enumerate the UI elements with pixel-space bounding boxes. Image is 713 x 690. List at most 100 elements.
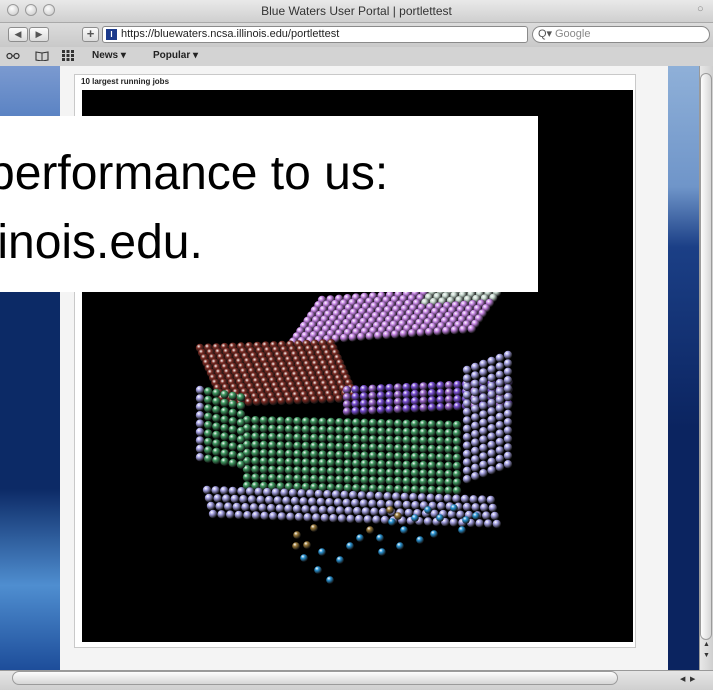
vertical-scroll-thumb[interactable] (700, 73, 712, 640)
node-sphere (213, 494, 222, 503)
node-sphere (228, 459, 237, 468)
node-sphere (394, 476, 403, 486)
node-sphere (343, 426, 352, 435)
node-sphere (340, 490, 349, 499)
search-field[interactable]: Q▾ Google (532, 26, 710, 43)
node-sphere (380, 515, 390, 525)
bookmarks-book-icon[interactable] (35, 50, 49, 61)
node-sphere (368, 406, 377, 415)
node-sphere (419, 452, 428, 462)
node-sphere (503, 426, 513, 435)
node-sphere (222, 494, 231, 503)
node-sphere (277, 396, 286, 406)
node-sphere (204, 395, 213, 405)
address-bar[interactable]: I https://bluewaters.ncsa.illinois.edu/p… (102, 26, 618, 43)
node-sphere (204, 387, 213, 396)
node-sphere (351, 392, 360, 401)
node-sphere (370, 507, 379, 516)
node-sphere (385, 484, 394, 494)
node-sphere (385, 427, 394, 436)
node-sphere (310, 458, 319, 467)
node-sphere (368, 443, 378, 452)
node-sphere (293, 433, 302, 442)
node-sphere (353, 506, 362, 516)
node-sphere (335, 467, 344, 476)
node-sphere (256, 495, 265, 504)
top-sites-grid-icon[interactable] (62, 50, 74, 61)
node-sphere (220, 407, 229, 416)
node-sphere (318, 425, 327, 435)
bookmark-popular[interactable]: Popular ▾ (153, 50, 198, 61)
node-sphere (427, 403, 437, 412)
node-sphere (212, 388, 221, 398)
node-sphere (329, 514, 338, 523)
node-sphere (471, 404, 480, 414)
forward-button[interactable]: ▶ (29, 27, 49, 42)
horizontal-scroll-thumb[interactable] (12, 671, 618, 685)
scroll-up-arrow-icon[interactable]: ▲ (703, 641, 710, 648)
node-sphere (239, 495, 248, 504)
node-sphere (245, 487, 255, 496)
node-sphere (252, 397, 262, 406)
node-sphere (479, 376, 488, 385)
node-sphere (377, 460, 386, 469)
node-sphere (308, 497, 317, 506)
node-sphere (487, 407, 496, 416)
node-sphere (224, 502, 233, 511)
node-sphere (310, 442, 319, 451)
node-sphere (377, 484, 386, 493)
back-button[interactable]: ◀ (8, 27, 28, 42)
node-sphere (318, 466, 327, 476)
node-sphere (393, 397, 403, 407)
node-sphere (503, 460, 513, 469)
scroll-right-arrow-icon[interactable]: ▶ (690, 675, 695, 683)
node-sphere (360, 476, 369, 485)
node-sphere (368, 435, 378, 444)
node-sphere (335, 506, 345, 515)
node-sphere (394, 452, 403, 461)
scroll-down-arrow-icon[interactable]: ▼ (703, 652, 710, 659)
node-sphere (462, 433, 472, 442)
node-sphere (377, 468, 386, 477)
node-sphere (410, 404, 420, 413)
node-sphere (368, 499, 377, 508)
node-sphere (340, 333, 349, 343)
node-sphere (335, 418, 344, 427)
node-sphere (357, 332, 366, 341)
overlay-line-1: performance to us: (0, 147, 389, 200)
node-sphere (462, 516, 470, 524)
node-sphere (195, 385, 205, 395)
node-sphere (479, 368, 488, 377)
scroll-left-arrow-icon[interactable]: ◀ (680, 675, 685, 683)
node-sphere (471, 455, 480, 464)
node-sphere (471, 438, 480, 447)
node-sphere (318, 434, 327, 443)
node-sphere (326, 442, 336, 451)
node-sphere (462, 391, 472, 400)
node-sphere (488, 503, 497, 513)
node-sphere (482, 511, 491, 520)
node-sphere (220, 390, 229, 399)
node-sphere (479, 427, 488, 436)
node-sphere (376, 405, 386, 415)
node-sphere (368, 391, 377, 401)
node-sphere (410, 485, 420, 494)
node-sphere (366, 526, 374, 534)
node-sphere (402, 383, 411, 392)
reader-glasses-icon[interactable] (6, 51, 20, 61)
node-sphere (427, 428, 436, 437)
add-bookmark-button[interactable]: + (82, 27, 99, 42)
bookmark-news[interactable]: News ▾ (92, 50, 126, 61)
node-sphere (490, 511, 499, 521)
node-sphere (386, 506, 394, 514)
node-sphere (487, 390, 496, 399)
node-sphere (293, 417, 302, 426)
node-sphere (433, 327, 442, 336)
node-sphere (478, 495, 487, 504)
node-sphere (503, 409, 513, 418)
node-sphere (376, 398, 386, 407)
node-sphere (228, 391, 237, 401)
node-sphere (436, 395, 445, 405)
node-sphere (462, 466, 472, 475)
node-sphere (419, 461, 428, 470)
